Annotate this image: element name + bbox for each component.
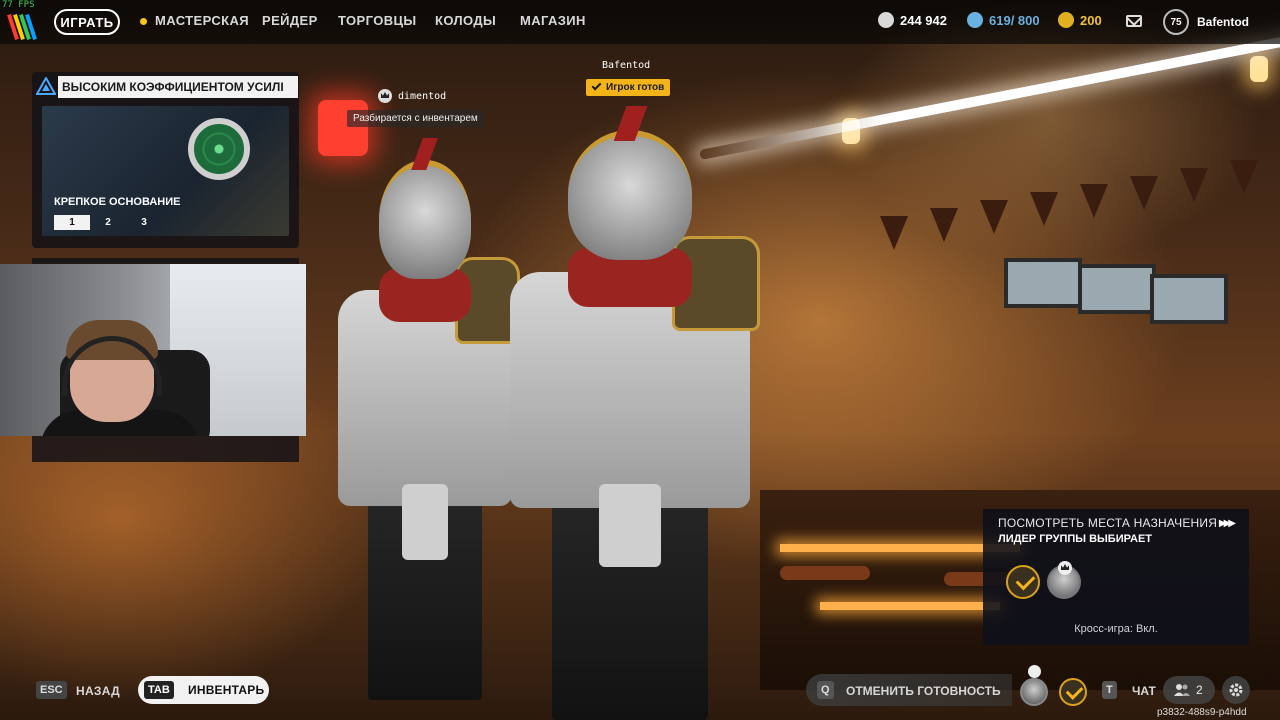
chat-button[interactable]: ЧАТ (1132, 684, 1156, 698)
crown-icon (378, 89, 392, 103)
player-status-left: Разбирается с инвентарем (347, 110, 484, 127)
light-beam (699, 31, 1280, 160)
quest-step-3[interactable]: 3 (126, 215, 162, 230)
fast-forward-icon[interactable]: ▶▶▶ (1219, 518, 1236, 529)
currency-coins: 244 942 (878, 12, 947, 28)
tokens-value: 200 (1080, 12, 1102, 28)
inventory-label[interactable]: ИНВЕНТАРЬ (188, 683, 264, 697)
bar-stool (780, 566, 870, 580)
cancel-ready-label[interactable]: ОТМЕНИТЬ ГОТОВНОСТЬ (846, 684, 1001, 698)
hanging-lamp (1250, 56, 1268, 82)
player-tag-left: dimentod (378, 89, 446, 103)
party-count: 2 (1196, 683, 1203, 697)
leader-crown-icon (1058, 561, 1072, 575)
nav-workshop[interactable]: МАСТЕРСКАЯ (155, 13, 249, 28)
quest-step-2[interactable]: 2 (90, 215, 126, 230)
party-slot-ready (1006, 565, 1040, 599)
quest-header: ВЫСОКИМ КОЭФФИЦИЕНТОМ УСИЛІ (58, 76, 298, 98)
party-member-avatar[interactable] (1020, 678, 1048, 706)
leader-crown-icon (1028, 665, 1041, 678)
leader-chooses-label: ЛИДЕР ГРУППЫ ВЫБИРАЕТ (998, 533, 1152, 545)
coins-value: 244 942 (900, 12, 947, 28)
currency-slots: 619/ 800 (967, 12, 1040, 28)
player-name-left: dimentod (398, 91, 447, 102)
pennant (1230, 160, 1258, 194)
ready-status-avatar[interactable] (1059, 678, 1087, 706)
slots-icon (967, 12, 983, 28)
red-lamp (318, 100, 368, 156)
pennant (1030, 192, 1058, 226)
game-logo-icon (7, 14, 37, 40)
monitor-screen (1004, 258, 1082, 308)
esc-key-hint: ESC (36, 681, 67, 699)
pennant (1130, 176, 1158, 210)
token-icon (1058, 12, 1074, 28)
pennant (1180, 168, 1208, 202)
player-username[interactable]: Bafentod (1197, 15, 1249, 29)
gear-icon (1229, 683, 1243, 697)
slots-value: 619/ 800 (989, 12, 1040, 28)
view-destinations-title[interactable]: ПОСМОТРЕТЬ МЕСТА НАЗНАЧЕНИЯ (998, 516, 1217, 530)
party-members-icon (1174, 684, 1190, 696)
quest-warning-icon (36, 77, 56, 95)
monitor-screen (1078, 264, 1156, 314)
pennant (1080, 184, 1108, 218)
tab-key-hint: TAB (144, 681, 174, 699)
q-key-hint: Q (817, 681, 834, 699)
coin-icon (878, 12, 894, 28)
nav-shop[interactable]: МАГАЗИН (520, 13, 586, 28)
quest-card[interactable]: ВЫСОКИМ КОЭФФИЦИЕНТОМ УСИЛІ КРЕПКОЕ ОСНО… (32, 72, 299, 248)
character-model-right (500, 106, 760, 720)
player-name-right: Bafentod (602, 60, 651, 71)
pennant (980, 200, 1008, 234)
nav-decks[interactable]: КОЛОДЫ (435, 13, 496, 28)
quest-title: КРЕПКОЕ ОСНОВАНИЕ (54, 196, 181, 208)
streamer-webcam (0, 264, 306, 436)
ready-label: Игрок готов (606, 82, 665, 93)
back-button[interactable]: НАЗАД (76, 684, 120, 698)
player-level-badge[interactable]: 75 (1163, 9, 1189, 35)
pennant (930, 208, 958, 242)
crossplay-status: Кросс-игра: Вкл. (1074, 623, 1158, 635)
build-id: p3832-488s9-p4hdd (1157, 707, 1247, 718)
play-button[interactable]: ИГРАТЬ (54, 9, 120, 35)
player-status-ready: Игрок готов (586, 79, 671, 96)
check-icon (591, 80, 602, 91)
t-key-hint: T (1102, 681, 1117, 699)
player-tag-right: Bafentod (602, 60, 650, 71)
quest-step-1[interactable]: 1 (54, 215, 90, 230)
light-strip (820, 602, 1000, 610)
destination-panel[interactable]: ПОСМОТРЕТЬ МЕСТА НАЗНАЧЕНИЯ ▶▶▶ ЛИДЕР ГР… (983, 509, 1249, 645)
notification-dot-icon (140, 18, 147, 25)
pennant (880, 216, 908, 250)
monitor-screen (1150, 274, 1228, 324)
radar-device-icon (188, 118, 250, 180)
nav-traders[interactable]: ТОРГОВЦЫ (338, 13, 417, 28)
character-model-left (330, 138, 520, 700)
mail-icon[interactable] (1126, 15, 1142, 27)
nav-raider[interactable]: РЕЙДЕР (262, 13, 318, 28)
currency-tokens: 200 (1058, 12, 1102, 28)
quest-steps: 1 2 3 (54, 215, 162, 230)
